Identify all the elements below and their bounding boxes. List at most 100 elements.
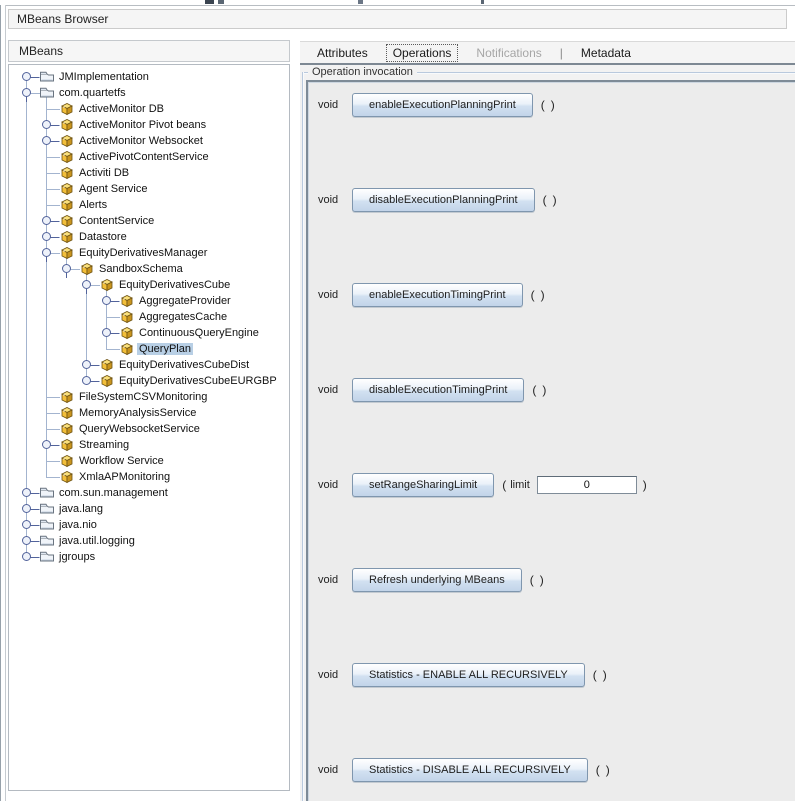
- paren-open: (: [502, 478, 506, 492]
- tree-node-activepivotcontentservice[interactable]: ActivePivotContentService: [9, 149, 289, 165]
- mbean-icon: [59, 150, 74, 164]
- tree-expand-handle-icon[interactable]: [42, 136, 51, 145]
- tree-expand-handle-icon[interactable]: [42, 216, 51, 225]
- tree-node-activemonitor-websocket[interactable]: ActiveMonitor Websocket: [9, 133, 289, 149]
- tree-node-activiti-db[interactable]: Activiti DB: [9, 165, 289, 181]
- tree-node-activemonitor-db[interactable]: ActiveMonitor DB: [9, 101, 289, 117]
- tree-node-label: MemoryAnalysisService: [77, 407, 198, 419]
- tree-connector-line: [46, 205, 60, 206]
- tree-node-queryplan[interactable]: QueryPlan: [9, 341, 289, 357]
- paren-close: ): [643, 478, 647, 492]
- tab-metadata[interactable]: Metadata: [574, 44, 638, 62]
- tree-expand-handle-icon[interactable]: [42, 232, 51, 241]
- tree-expand-handle-icon[interactable]: [102, 296, 111, 305]
- tree-expand-handle-icon[interactable]: [22, 552, 31, 561]
- mbeans-browser-title: MBeans Browser: [17, 12, 108, 26]
- tree-node-agent-service[interactable]: Agent Service: [9, 181, 289, 197]
- tree-node-sandboxschema[interactable]: SandboxSchema: [9, 261, 289, 277]
- folder-icon: [39, 534, 55, 547]
- tree-node-label: Workflow Service: [77, 455, 166, 467]
- tree-collapse-handle-icon[interactable]: [42, 248, 51, 257]
- operation-button-disableexecutionplanningprint[interactable]: disableExecutionPlanningPrint: [352, 188, 535, 212]
- tree-expand-handle-icon[interactable]: [22, 536, 31, 545]
- paren-close: ): [541, 288, 545, 302]
- parameter-input-limit[interactable]: [537, 476, 637, 494]
- tree-collapse-handle-icon[interactable]: [82, 280, 91, 289]
- tree-node-label: QueryPlan: [137, 343, 193, 355]
- tab-attributes[interactable]: Attributes: [310, 44, 375, 62]
- tree-expand-handle-icon[interactable]: [82, 376, 91, 385]
- operation-button-enableexecutiontimingprint[interactable]: enableExecutionTimingPrint: [352, 283, 523, 307]
- mbean-icon: [59, 214, 74, 228]
- tree-node-equityderivativescubedist[interactable]: EquityDerivativesCubeDist: [9, 357, 289, 373]
- tree-expand-handle-icon[interactable]: [22, 504, 31, 513]
- operation-return-type: void: [318, 574, 344, 586]
- mbeans-browser-title-bar: MBeans Browser: [8, 9, 787, 29]
- operation-button-enableexecutionplanningprint[interactable]: enableExecutionPlanningPrint: [352, 93, 533, 117]
- tree-expand-handle-icon[interactable]: [22, 520, 31, 529]
- paren-close: ): [551, 98, 555, 112]
- tree-node-aggregateprovider[interactable]: AggregateProvider: [9, 293, 289, 309]
- operation-button-disableexecutiontimingprint[interactable]: disableExecutionTimingPrint: [352, 378, 524, 402]
- tree-expand-handle-icon[interactable]: [102, 328, 111, 337]
- tree-node-jgroups[interactable]: jgroups: [9, 549, 289, 565]
- tree-node-continuousqueryengine[interactable]: ContinuousQueryEngine: [9, 325, 289, 341]
- tree-connector-line: [106, 317, 120, 318]
- tree-expand-handle-icon[interactable]: [42, 120, 51, 129]
- tree-connector-line: [46, 173, 60, 174]
- mbean-icon: [59, 246, 74, 260]
- tree-expand-handle-icon[interactable]: [22, 72, 31, 81]
- operation-button-statistics-disable-all-recursively[interactable]: Statistics - DISABLE ALL RECURSIVELY: [352, 758, 588, 782]
- tree-node-equityderivativescubeeurgbp[interactable]: EquityDerivativesCubeEURGBP: [9, 373, 289, 389]
- paren-close: ): [542, 383, 546, 397]
- tree-node-memoryanalysisservice[interactable]: MemoryAnalysisService: [9, 405, 289, 421]
- tree-node-activemonitor-pivot-beans[interactable]: ActiveMonitor Pivot beans: [9, 117, 289, 133]
- tree-node-equityderivativesmanager[interactable]: EquityDerivativesManager: [9, 245, 289, 261]
- tree-collapse-handle-icon[interactable]: [62, 264, 71, 273]
- tree-collapse-handle-icon[interactable]: [22, 88, 31, 97]
- tree-node-xmlaapmonitoring[interactable]: XmlaAPMonitoring: [9, 469, 289, 485]
- tree-node-jmimplementation[interactable]: JMImplementation: [9, 69, 289, 85]
- tree-handle-stem: [30, 525, 39, 526]
- tree-node-java-lang[interactable]: java.lang: [9, 501, 289, 517]
- tree-node-label: com.quartetfs: [57, 87, 128, 99]
- tree-node-querywebsocketservice[interactable]: QueryWebsocketService: [9, 421, 289, 437]
- paren-open: (: [531, 288, 535, 302]
- tree-node-contentservice[interactable]: ContentService: [9, 213, 289, 229]
- mbeans-panel-header: MBeans: [8, 40, 290, 62]
- operation-button-setrangesharinglimit[interactable]: setRangeSharingLimit: [352, 473, 494, 497]
- tree-node-label: java.lang: [57, 503, 105, 515]
- tree-node-java-nio[interactable]: java.nio: [9, 517, 289, 533]
- tree-node-label: com.sun.management: [57, 487, 170, 499]
- tree-node-datastore[interactable]: Datastore: [9, 229, 289, 245]
- tree-connector-line: [46, 109, 60, 110]
- tree-node-alerts[interactable]: Alerts: [9, 197, 289, 213]
- tree-node-com-sun-management[interactable]: com.sun.management: [9, 485, 289, 501]
- tree-expand-handle-icon[interactable]: [22, 488, 31, 497]
- operation-button-statistics-enable-all-recursively[interactable]: Statistics - ENABLE ALL RECURSIVELY: [352, 663, 585, 687]
- tab-bar: AttributesOperationsNotifications|Metada…: [300, 41, 795, 65]
- folder-icon: [39, 486, 55, 499]
- mbean-icon: [119, 294, 134, 308]
- mbean-icon: [59, 198, 74, 212]
- tree-node-java-util-logging[interactable]: java.util.logging: [9, 533, 289, 549]
- folder-icon: [39, 86, 55, 99]
- tree-node-workflow-service[interactable]: Workflow Service: [9, 453, 289, 469]
- tree-expand-handle-icon[interactable]: [42, 440, 51, 449]
- tree-node-filesystemcsvmonitoring[interactable]: FileSystemCSVMonitoring: [9, 389, 289, 405]
- tree-node-aggregatescache[interactable]: AggregatesCache: [9, 309, 289, 325]
- mbean-icon: [59, 438, 74, 452]
- tree-node-com-quartetfs[interactable]: com.quartetfs: [9, 85, 289, 101]
- tab-operations[interactable]: Operations: [386, 44, 459, 62]
- tree-node-label: ActivePivotContentService: [77, 151, 211, 163]
- operation-return-type: void: [318, 384, 344, 396]
- folder-icon: [39, 70, 55, 83]
- clipped-toolbar-fragment: [481, 0, 484, 4]
- tree-node-streaming[interactable]: Streaming: [9, 437, 289, 453]
- tree-expand-handle-icon[interactable]: [82, 360, 91, 369]
- tree-node-equityderivativescube[interactable]: EquityDerivativesCube: [9, 277, 289, 293]
- group-border-line: [302, 72, 303, 801]
- tree-node-label: XmlaAPMonitoring: [77, 471, 172, 483]
- operation-button-refresh-underlying-mbeans[interactable]: Refresh underlying MBeans: [352, 568, 522, 592]
- tree-connector-line: [46, 189, 60, 190]
